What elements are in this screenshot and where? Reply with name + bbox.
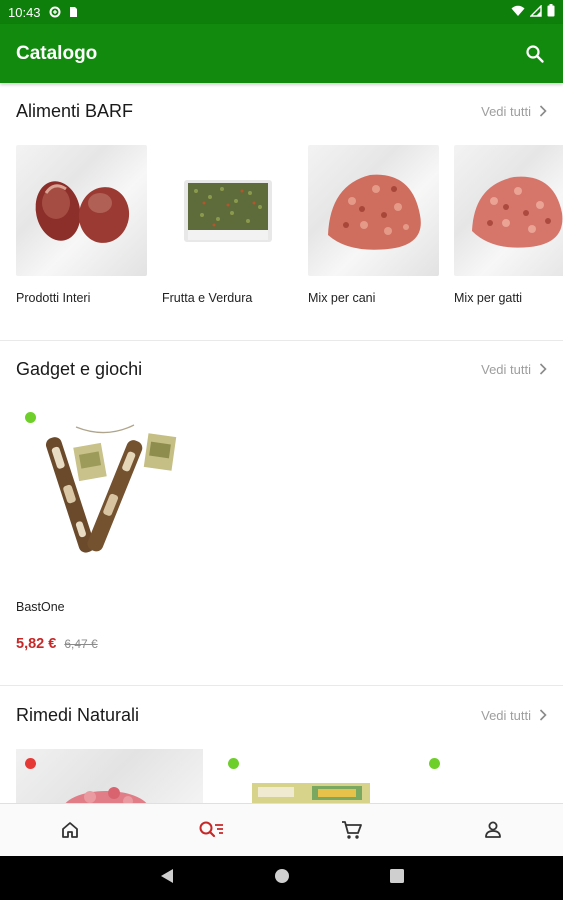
availability-dot [25,758,36,769]
nav-account[interactable] [422,804,563,857]
account-icon [484,821,501,838]
category-image [454,145,563,276]
product-name: BastOne [16,600,65,614]
cart-icon [341,821,362,839]
see-all-link[interactable]: Vedi tutti [481,708,547,723]
category-item-prodotti-interi[interactable]: Prodotti Interi [16,145,147,305]
section-header-rimedi-naturali: Rimedi Naturali Vedi tutti [0,701,563,729]
see-all-label: Vedi tutti [481,103,531,119]
category-item-mix-cani[interactable]: Mix per cani [308,145,439,305]
section-divider [0,340,563,341]
home-circle-icon[interactable] [274,868,290,889]
catalog-search-icon [199,821,224,838]
recents-icon[interactable] [389,868,404,888]
page-title: Catalogo [16,42,98,64]
section-title: Alimenti BARF [16,100,134,121]
sd-card-icon [67,6,79,18]
product-image [252,783,370,803]
section-title: Gadget e giochi [16,358,143,379]
nav-catalog[interactable] [141,804,282,857]
see-all-label: Vedi tutti [481,361,531,377]
wifi-icon [511,5,525,20]
section-divider [0,685,563,686]
nav-home[interactable] [0,804,141,857]
signal-icon [529,3,542,20]
section-header-gadget-giochi: Gadget e giochi Vedi tutti [0,355,563,383]
see-all-label: Vedi tutti [481,707,531,723]
app-root: 10:43 Catalogo Alimenti BARF Vedi tutti … [0,0,563,900]
category-carousel[interactable]: Prodotti Interi Frutta e Verdura Mix per… [16,145,563,315]
see-all-link[interactable]: Vedi tutti [481,362,547,377]
product-carousel[interactable] [0,749,563,803]
status-bar: 10:43 [0,0,563,24]
data-saver-icon [49,6,61,18]
availability-dot [429,758,440,769]
category-item-frutta-verdura[interactable]: Frutta e Verdura [162,145,293,305]
category-item-mix-gatti[interactable]: Mix per gatti [454,145,563,305]
category-image [308,145,439,276]
product-image [16,403,181,573]
battery-icon [547,4,555,20]
status-time: 10:43 [8,4,41,20]
category-label: Mix per cani [308,291,376,305]
category-label: Mix per gatti [454,291,523,305]
search-icon[interactable] [523,42,547,66]
product-card[interactable] [425,749,555,803]
nav-cart[interactable] [282,804,423,857]
catalog-content[interactable]: Alimenti BARF Vedi tutti Prodotti Interi… [0,83,563,803]
availability-dot [228,758,239,769]
category-label: Prodotti Interi [16,291,91,305]
bottom-navigation [0,803,563,856]
chevron-right-icon [539,363,547,375]
section-header-alimenti-barf: Alimenti BARF Vedi tutti [0,97,563,125]
home-icon [62,822,79,838]
product-image [16,749,203,803]
chevron-right-icon [539,105,547,117]
section-title: Rimedi Naturali [16,704,140,725]
category-image [162,145,293,276]
chevron-right-icon [539,709,547,721]
see-all-link[interactable]: Vedi tutti [481,104,547,119]
product-old-price: 6,47 € [64,637,98,651]
product-price: 5,82 € [16,636,57,652]
category-image [16,145,147,276]
product-card[interactable] [16,749,203,803]
back-icon[interactable] [160,868,174,889]
system-navigation-bar [0,856,563,900]
product-card[interactable] [222,749,387,803]
price-row: 5,82 € 6,47 € [16,636,98,652]
category-label: Frutta e Verdura [162,291,253,305]
app-bar: Catalogo [0,24,563,83]
